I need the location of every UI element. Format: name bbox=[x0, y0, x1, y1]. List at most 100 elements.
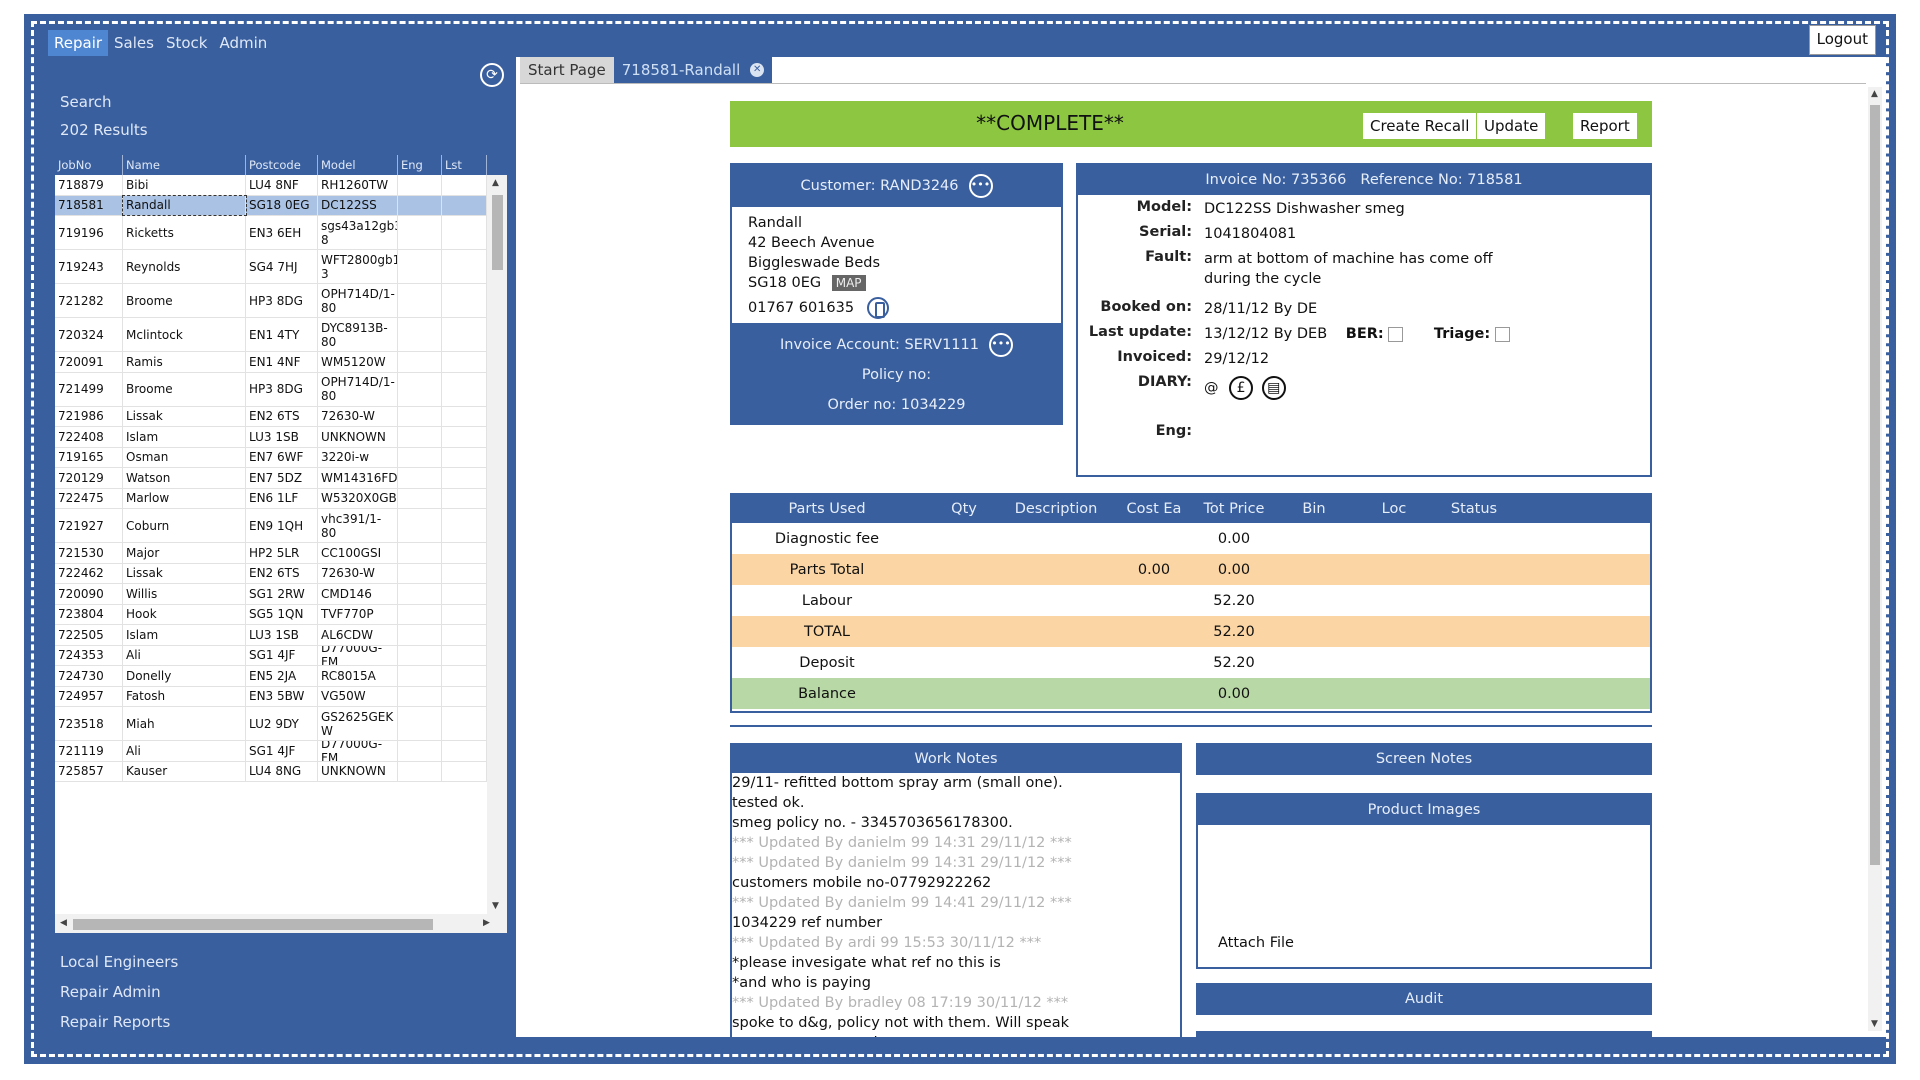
cell-jobno: 721530 bbox=[55, 543, 123, 563]
nav-admin[interactable]: Admin bbox=[213, 30, 273, 56]
email-icon[interactable]: @ bbox=[1204, 380, 1219, 396]
cell-lst bbox=[442, 584, 487, 604]
cell-name: Marlow bbox=[123, 488, 246, 508]
table-row[interactable]: 722408 Islam LU3 1SB UNKNOWN bbox=[55, 427, 487, 448]
scroll-left-icon[interactable]: ◀ bbox=[60, 918, 67, 928]
logout-button[interactable]: Logout bbox=[1808, 25, 1876, 55]
table-row[interactable]: 719165 Osman EN7 6WF 3220i-w bbox=[55, 447, 487, 468]
search-label[interactable]: Search bbox=[60, 93, 112, 111]
cell-jobno: 724353 bbox=[55, 645, 123, 665]
card-icon[interactable]: ▤ bbox=[1261, 376, 1286, 400]
col-postcode[interactable]: Postcode bbox=[246, 155, 318, 175]
scroll-up-icon[interactable]: ▲ bbox=[492, 178, 499, 188]
cell-postcode: EN2 6TS bbox=[246, 406, 318, 426]
grid-vertical-thumb[interactable] bbox=[492, 195, 503, 270]
cell-postcode: SG1 4JF bbox=[246, 645, 318, 665]
table-row[interactable]: 722505 Islam LU3 1SB AL6CDW bbox=[55, 625, 487, 646]
phone-icon[interactable] bbox=[866, 297, 889, 319]
table-row[interactable]: 719243 Reynolds SG4 7HJ WFT2800gb1 3 bbox=[55, 250, 487, 284]
table-row[interactable]: 720129 Watson EN7 5DZ WM14316FD bbox=[55, 468, 487, 489]
repair-reports-link[interactable]: Repair Reports bbox=[60, 1013, 170, 1031]
table-row[interactable]: 718879 Bibi LU4 8NF RH1260TW bbox=[55, 175, 487, 196]
table-row[interactable]: 721530 Major HP2 5LR CC100GSI bbox=[55, 543, 487, 564]
close-icon[interactable]: ✕ bbox=[750, 63, 765, 77]
table-row[interactable]: 719196 Ricketts EN3 6EH sgs43a12gb3 8 bbox=[55, 216, 487, 250]
nav-stock[interactable]: Stock bbox=[160, 30, 214, 56]
cell-model: W5320X0GB bbox=[318, 488, 398, 508]
repair-admin-link[interactable]: Repair Admin bbox=[60, 983, 161, 1001]
ber-checkbox[interactable] bbox=[1388, 326, 1404, 342]
create-recall-button[interactable]: Create Recall bbox=[1362, 112, 1478, 140]
nav-repair[interactable]: Repair bbox=[48, 30, 109, 56]
table-row[interactable]: 721986 Lissak EN2 6TS 72630-W bbox=[55, 406, 487, 427]
nav-sales[interactable]: Sales bbox=[108, 30, 160, 56]
table-row[interactable]: 720090 Willis SG1 2RW CMD146 bbox=[55, 584, 487, 605]
work-note-line: *and who is paying bbox=[732, 975, 871, 991]
cell-eng bbox=[398, 666, 442, 686]
pound-icon[interactable]: £ bbox=[1229, 376, 1254, 400]
content-vertical-scrollbar[interactable]: ▲ ▼ bbox=[1868, 87, 1882, 1031]
tab-start-page[interactable]: Start Page bbox=[520, 57, 614, 83]
triage-checkbox[interactable] bbox=[1494, 326, 1510, 342]
table-row[interactable]: 722475 Marlow EN6 1LF W5320X0GB bbox=[55, 488, 487, 509]
grid-horizontal-scrollbar[interactable]: ◀ ▶ bbox=[55, 914, 507, 933]
customer-address1: 42 Beech Avenue bbox=[748, 235, 875, 251]
scroll-up-icon[interactable]: ▲ bbox=[1871, 89, 1878, 99]
scroll-down-icon[interactable]: ▼ bbox=[492, 901, 499, 911]
cell-eng bbox=[398, 645, 442, 665]
table-row[interactable]: 718581 Randall SG18 0EG DC122SS bbox=[55, 194, 487, 216]
cell-postcode: SG18 0EG bbox=[246, 195, 318, 215]
table-row[interactable]: 722462 Lissak EN2 6TS 72630-W bbox=[55, 563, 487, 584]
table-row[interactable]: 723518 Miah LU2 9DY GS2625GEK W bbox=[55, 707, 487, 741]
work-notes-body[interactable]: 29/11- refitted bottom spray arm (small … bbox=[732, 773, 1180, 1037]
update-button[interactable]: Update bbox=[1476, 112, 1547, 140]
col-name[interactable]: Name bbox=[123, 155, 246, 175]
cell-lst bbox=[442, 707, 487, 740]
scroll-down-icon[interactable]: ▼ bbox=[1871, 1019, 1878, 1029]
cell-postcode: HP3 8DG bbox=[246, 284, 318, 317]
grid-horizontal-thumb[interactable] bbox=[73, 919, 433, 930]
col-lst[interactable]: Lst bbox=[442, 155, 487, 175]
cell-model: D77000G-FM bbox=[318, 741, 398, 761]
col-jobno[interactable]: JobNo bbox=[55, 155, 123, 175]
report-button[interactable]: Report bbox=[1572, 112, 1638, 140]
local-engineers-link[interactable]: Local Engineers bbox=[60, 953, 178, 971]
col-model[interactable]: Model bbox=[318, 155, 398, 175]
audit-button[interactable]: Audit bbox=[1196, 983, 1652, 1015]
job-detail-content: Start Page 718581-Randall ✕ **COMPLETE**… bbox=[516, 57, 1886, 1037]
table-row[interactable]: 721927 Coburn EN9 1QH vhc391/1-80 bbox=[55, 509, 487, 543]
table-row[interactable]: 720324 Mclintock EN1 4TY DYC8913B-80 bbox=[55, 318, 487, 352]
cell-eng bbox=[398, 604, 442, 624]
table-row[interactable]: 724957 Fatosh EN3 5BW VG50W bbox=[55, 686, 487, 707]
table-row[interactable]: 724730 Donelly EN5 2JA RC8015A bbox=[55, 666, 487, 687]
tab-job[interactable]: 718581-Randall ✕ bbox=[613, 57, 773, 83]
grid-vertical-scrollbar[interactable]: ▲ ▼ bbox=[487, 175, 507, 914]
reference-no: Reference No: 718581 bbox=[1360, 172, 1523, 188]
tab-job-label: 718581-Randall bbox=[621, 61, 741, 79]
table-row[interactable]: 720091 Ramis EN1 4NF WM5120W bbox=[55, 352, 487, 373]
table-row[interactable]: 721119 Ali SG1 4JF D77000G-FM bbox=[55, 741, 487, 762]
more-icon[interactable]: ••• bbox=[968, 174, 993, 198]
cell-name: Watson bbox=[123, 468, 246, 488]
table-row[interactable]: 721282 Broome HP3 8DG OPH714D/1-80 bbox=[55, 284, 487, 318]
table-row[interactable]: 721499 Broome HP3 8DG OPH714D/1-80 bbox=[55, 372, 487, 407]
cell-postcode: EN3 5BW bbox=[246, 686, 318, 706]
table-row[interactable]: 724353 Ali SG1 4JF D77000G-FM bbox=[55, 645, 487, 666]
more-icon[interactable]: ••• bbox=[988, 333, 1013, 357]
table-row[interactable]: 725857 Kauser LU4 8NG UNKNOWN bbox=[55, 761, 487, 782]
scroll-right-icon[interactable]: ▶ bbox=[483, 918, 490, 928]
screen-notes-button[interactable]: Screen Notes bbox=[1196, 743, 1652, 775]
attach-file-link[interactable]: Attach File bbox=[1218, 935, 1294, 951]
table-row[interactable]: 723804 Hook SG5 1QN TVF770P bbox=[55, 604, 487, 625]
parts-total: 52.20 bbox=[1213, 623, 1255, 640]
refresh-icon[interactable]: ⟳ bbox=[480, 63, 504, 87]
cell-model: sgs43a12gb3 8 bbox=[318, 216, 398, 249]
col-eng[interactable]: Eng bbox=[398, 155, 442, 175]
map-button[interactable]: MAP bbox=[831, 275, 866, 291]
cell-lst bbox=[442, 447, 487, 467]
job-search-sidebar: ⟳ Search 202 Results JobNo Name Postcode… bbox=[50, 57, 512, 1037]
cell-name: Lissak bbox=[123, 406, 246, 426]
parts-label: Diagnostic fee bbox=[774, 530, 880, 547]
content-vertical-thumb[interactable] bbox=[1870, 105, 1880, 865]
grid-body: 718879 Bibi LU4 8NF RH1260TW 718581 Randall SG… bbox=[55, 175, 487, 914]
